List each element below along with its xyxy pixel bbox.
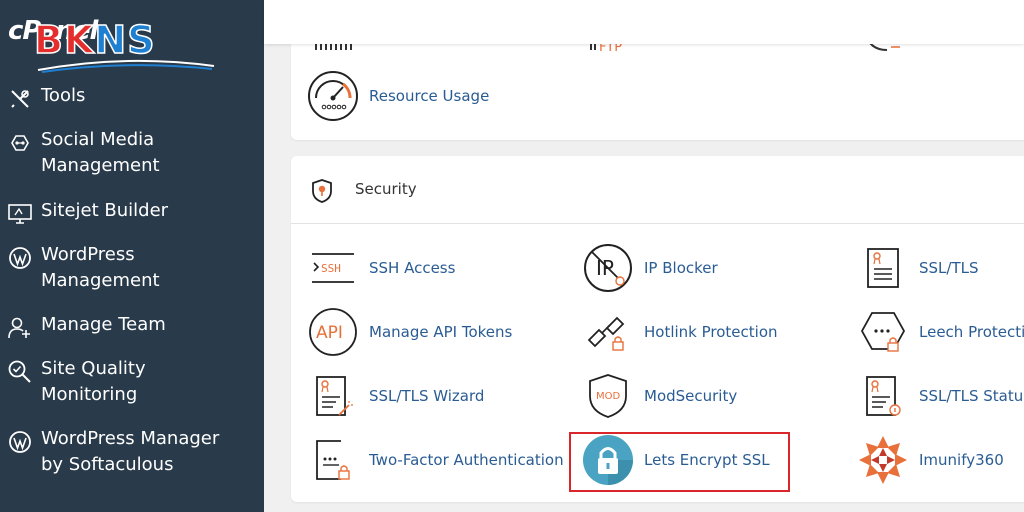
manage-team-icon — [6, 314, 34, 342]
item-ssh-access[interactable]: SSH SSH Access — [307, 242, 455, 294]
sidebar-item-site-quality[interactable]: Site Quality Monitoring — [6, 356, 146, 408]
social-media-icon — [6, 129, 34, 157]
sidebar: cPanel BKNS Tools Social Media Managemen… — [0, 0, 264, 512]
bkns-logo-text: BKNS — [33, 17, 156, 63]
wordpress-icon — [6, 244, 34, 272]
item-hotlink-protection[interactable]: Hotlink Protection — [582, 306, 778, 358]
tools-icon — [6, 85, 34, 113]
ssl-tls-wizard-icon — [307, 370, 359, 422]
site-quality-icon — [6, 358, 34, 386]
svg-text:API: API — [316, 323, 343, 343]
sidebar-item-manage-team[interactable]: Manage Team — [6, 312, 166, 342]
brand-logo[interactable]: cPanel BKNS — [6, 10, 216, 73]
item-label: ModSecurity — [644, 387, 738, 405]
sidebar-item-wordpress-manager-softaculous[interactable]: WordPress Manager by Softaculous — [6, 426, 219, 478]
sidebar-item-label: Site Quality Monitoring — [41, 358, 146, 405]
top-bar — [264, 0, 1024, 44]
ip-blocker-icon: IP — [582, 242, 634, 294]
item-ip-blocker[interactable]: IP IP Blocker — [582, 242, 718, 294]
sidebar-item-label: Tools — [41, 85, 86, 106]
item-modsecurity[interactable]: MOD ModSecurity — [582, 370, 737, 422]
sitejet-icon — [6, 200, 34, 228]
item-label: SSL/TLS Wizard — [369, 387, 485, 405]
item-manage-api-tokens[interactable]: API Manage API Tokens — [307, 306, 512, 358]
sidebar-item-social-media[interactable]: Social Media Management — [6, 127, 160, 179]
item-resource-usage[interactable]: Resource Usage — [307, 70, 489, 122]
security-panel-header[interactable]: Security — [291, 156, 1024, 224]
item-two-factor-authentication[interactable]: Two-Factor Authentication — [307, 434, 564, 486]
item-ssl-tls[interactable]: SSL/TLS — [857, 242, 979, 294]
svg-text:MOD: MOD — [596, 391, 620, 402]
item-label: Hotlink Protection — [644, 323, 778, 341]
sidebar-item-label: Social Media Management — [41, 129, 160, 176]
two-factor-icon — [307, 434, 359, 486]
item-label: Manage API Tokens — [369, 323, 513, 341]
item-label: SSL/TLS Status — [919, 387, 1024, 405]
item-label: SSH Access — [369, 259, 456, 277]
item-label: SSL/TLS — [919, 259, 979, 277]
leech-protection-icon — [857, 306, 909, 358]
item-ssl-tls-wizard[interactable]: SSL/TLS Wizard — [307, 370, 484, 422]
item-leech-protection[interactable]: Leech Protectic — [857, 306, 1024, 358]
sidebar-item-wordpress-management[interactable]: WordPress Management — [6, 242, 160, 294]
wordpress-icon — [6, 428, 34, 456]
sidebar-item-label: WordPress Management — [41, 244, 160, 291]
shield-icon — [311, 178, 333, 208]
item-label: Resource Usage — [369, 87, 490, 105]
svg-text:IP: IP — [596, 256, 614, 280]
sidebar-item-label: Sitejet Builder — [41, 200, 169, 221]
item-label: Leech Protectic — [919, 323, 1024, 341]
sidebar-item-label: Manage Team — [41, 314, 166, 335]
hotlink-protection-icon — [582, 306, 634, 358]
item-label: Two-Factor Authentication — [369, 451, 564, 469]
sidebar-item-tools[interactable]: Tools — [6, 83, 85, 113]
section-title: Security — [355, 180, 417, 198]
ssl-tls-status-icon — [857, 370, 909, 422]
ssh-icon: SSH — [307, 242, 359, 294]
resource-usage-icon — [307, 70, 359, 122]
imunify360-icon — [857, 434, 909, 486]
svg-text:SSH: SSH — [321, 262, 341, 275]
sidebar-item-sitejet[interactable]: Sitejet Builder — [6, 198, 168, 228]
highlight-box — [569, 432, 790, 492]
modsecurity-icon: MOD — [582, 370, 634, 422]
item-imunify360[interactable]: Imunify360 — [857, 434, 1004, 486]
item-ssl-tls-status[interactable]: SSL/TLS Status — [857, 370, 1024, 422]
sidebar-item-label: WordPress Manager by Softaculous — [41, 428, 220, 475]
api-tokens-icon: API — [307, 306, 359, 358]
logo-swoosh-icon — [37, 59, 215, 73]
ssl-tls-icon — [857, 242, 909, 294]
item-label: IP Blocker — [644, 259, 718, 277]
item-label: Imunify360 — [919, 451, 1004, 469]
